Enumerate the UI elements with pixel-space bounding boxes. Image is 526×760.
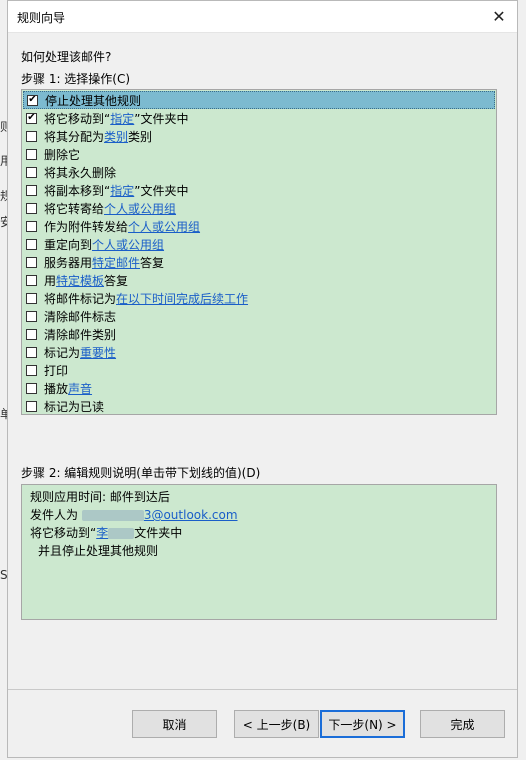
action-label: 用 xyxy=(44,273,57,288)
cancel-button[interactable]: 取消 xyxy=(132,710,217,738)
checkbox[interactable] xyxy=(26,364,37,376)
action-label: 答复 xyxy=(104,273,129,288)
description-line: 并且停止处理其他规则 xyxy=(38,544,159,558)
action-label: 将副本移到“ xyxy=(44,183,111,198)
action-label: 打印 xyxy=(44,363,69,378)
action-item[interactable]: 标记为 重要性 xyxy=(23,343,495,361)
question-label: 如何处理该邮件? xyxy=(21,50,112,64)
action-label: 标记为 xyxy=(44,345,81,360)
action-item[interactable]: 标记为已读 xyxy=(23,397,495,415)
action-item[interactable]: 将它转寄给 个人或公用组 xyxy=(23,199,495,217)
action-item[interactable]: 将邮件标记为 在以下时间完成后续工作 xyxy=(23,289,495,307)
action-label: 标记为已读 xyxy=(44,399,105,414)
checkbox[interactable] xyxy=(26,130,37,142)
redacted-mark xyxy=(81,510,144,521)
action-value-link[interactable]: 指定 xyxy=(110,182,134,199)
action-value-link[interactable]: 个人或公用组 xyxy=(104,200,176,217)
next-button[interactable]: 下一步(N) > xyxy=(320,710,405,738)
action-value-link[interactable]: 特定模板 xyxy=(56,272,104,289)
action-label: 停止处理其他规则 xyxy=(45,93,142,108)
action-label: 将它转寄给 xyxy=(44,201,105,216)
checkbox[interactable] xyxy=(26,274,37,286)
action-list[interactable]: ✔ 停止处理其他规则 ✔ 将它移动到“ 指定 ”文件夹中 将其分配为 类别 类别 删除它 将其永… xyxy=(21,89,497,415)
action-label: 作为附件转发给 xyxy=(44,219,129,234)
action-item[interactable]: 将其永久删除 xyxy=(23,163,495,181)
checkbox[interactable] xyxy=(26,328,37,340)
action-item[interactable]: 服务器用 特定邮件 答复 xyxy=(23,253,495,271)
action-item[interactable]: 将其分配为 类别 类别 xyxy=(23,127,495,145)
action-value-link[interactable]: 类别 xyxy=(104,128,128,145)
back-button[interactable]: < 上一步(B) xyxy=(234,710,319,738)
action-label: 重定向到 xyxy=(44,237,93,252)
checkbox[interactable]: ✔ xyxy=(26,112,37,124)
action-label: 将其分配为 xyxy=(44,129,105,144)
checkbox[interactable] xyxy=(26,184,37,196)
dialog-title: 规则向导 xyxy=(17,11,66,25)
description-text: 发件人为 xyxy=(30,508,82,522)
action-label: 播放 xyxy=(44,381,69,396)
action-label: 将它移动到“ xyxy=(44,111,111,126)
rules-wizard-dialog: 规则向导 ✕ 如何处理该邮件? 步骤 1: 选择操作(C) ✔ 停止处理其他规则 ✔… xyxy=(7,0,518,758)
action-item[interactable]: 将副本移到“ 指定 ”文件夹中 xyxy=(23,181,495,199)
action-item[interactable]: 播放 声音 xyxy=(23,379,495,397)
action-item[interactable]: ✔ 将它移动到“ 指定 ”文件夹中 xyxy=(23,109,495,127)
description-text: 文件夹中 xyxy=(134,526,183,540)
description-line: 规则应用时间: 邮件到达后 xyxy=(30,490,170,504)
action-label: 将其永久删除 xyxy=(44,165,117,180)
description-line: 发件人为 3@outlook.com xyxy=(30,506,488,524)
action-value-link[interactable]: 声音 xyxy=(68,380,92,397)
action-value-link[interactable]: 重要性 xyxy=(80,344,116,361)
folder-link[interactable]: 李 xyxy=(96,526,108,540)
action-value-link[interactable]: 特定邮件 xyxy=(92,254,140,271)
action-item[interactable]: 作为附件转发给 个人或公用组 xyxy=(23,217,495,235)
footer-divider xyxy=(8,689,517,690)
checkbox[interactable] xyxy=(26,202,37,214)
checkbox[interactable] xyxy=(26,346,37,358)
title-bar: 规则向导 ✕ xyxy=(8,1,517,33)
action-label: ”文件夹中 xyxy=(134,183,189,198)
action-label: 清除邮件标志 xyxy=(44,309,117,324)
checkbox[interactable] xyxy=(26,292,37,304)
action-item[interactable]: 重定向到 个人或公用组 xyxy=(23,235,495,253)
checkbox[interactable]: ✔ xyxy=(27,94,38,106)
action-label: 删除它 xyxy=(44,147,81,162)
description-text: 将它移动到“ xyxy=(30,526,97,540)
action-value-link[interactable]: 在以下时间完成后续工作 xyxy=(116,290,248,307)
checkbox[interactable] xyxy=(26,310,37,322)
checkbox[interactable] xyxy=(26,238,37,250)
action-item[interactable]: 用 特定模板 答复 xyxy=(23,271,495,289)
action-item[interactable]: 删除它 xyxy=(23,145,495,163)
close-icon[interactable]: ✕ xyxy=(481,1,517,32)
action-item[interactable]: 清除邮件类别 xyxy=(23,325,495,343)
action-value-link[interactable]: 个人或公用组 xyxy=(92,236,164,253)
action-label: 将邮件标记为 xyxy=(44,291,117,306)
action-label: ”文件夹中 xyxy=(134,111,189,126)
finish-button[interactable]: 完成 xyxy=(420,710,505,738)
sender-address-link[interactable]: 3@outlook.com xyxy=(144,508,238,522)
action-label: 清除邮件类别 xyxy=(44,327,117,342)
checkbox[interactable] xyxy=(26,382,37,394)
description-line: 将它移动到“李 文件夹中 xyxy=(30,524,488,542)
action-label: 服务器用 xyxy=(44,255,93,270)
checkbox[interactable] xyxy=(26,166,37,178)
checkbox[interactable] xyxy=(26,220,37,232)
redacted-mark xyxy=(108,528,135,539)
action-item[interactable]: 打印 xyxy=(23,361,495,379)
action-value-link[interactable]: 指定 xyxy=(110,110,134,127)
action-label: 类别 xyxy=(128,129,153,144)
action-item[interactable]: 清除邮件标志 xyxy=(23,307,495,325)
checkbox[interactable] xyxy=(26,256,37,268)
rule-description-box: 规则应用时间: 邮件到达后 发件人为 3@outlook.com 将它移动到“李… xyxy=(21,484,497,620)
checkbox[interactable] xyxy=(26,400,37,412)
action-value-link[interactable]: 个人或公用组 xyxy=(128,218,200,235)
action-label: 答复 xyxy=(140,255,165,270)
action-item[interactable]: ✔ 停止处理其他规则 xyxy=(23,91,495,109)
checkbox[interactable] xyxy=(26,148,37,160)
step1-label: 步骤 1: 选择操作(C) xyxy=(21,72,131,86)
step2-label: 步骤 2: 编辑规则说明(单击带下划线的值)(D) xyxy=(21,466,261,480)
